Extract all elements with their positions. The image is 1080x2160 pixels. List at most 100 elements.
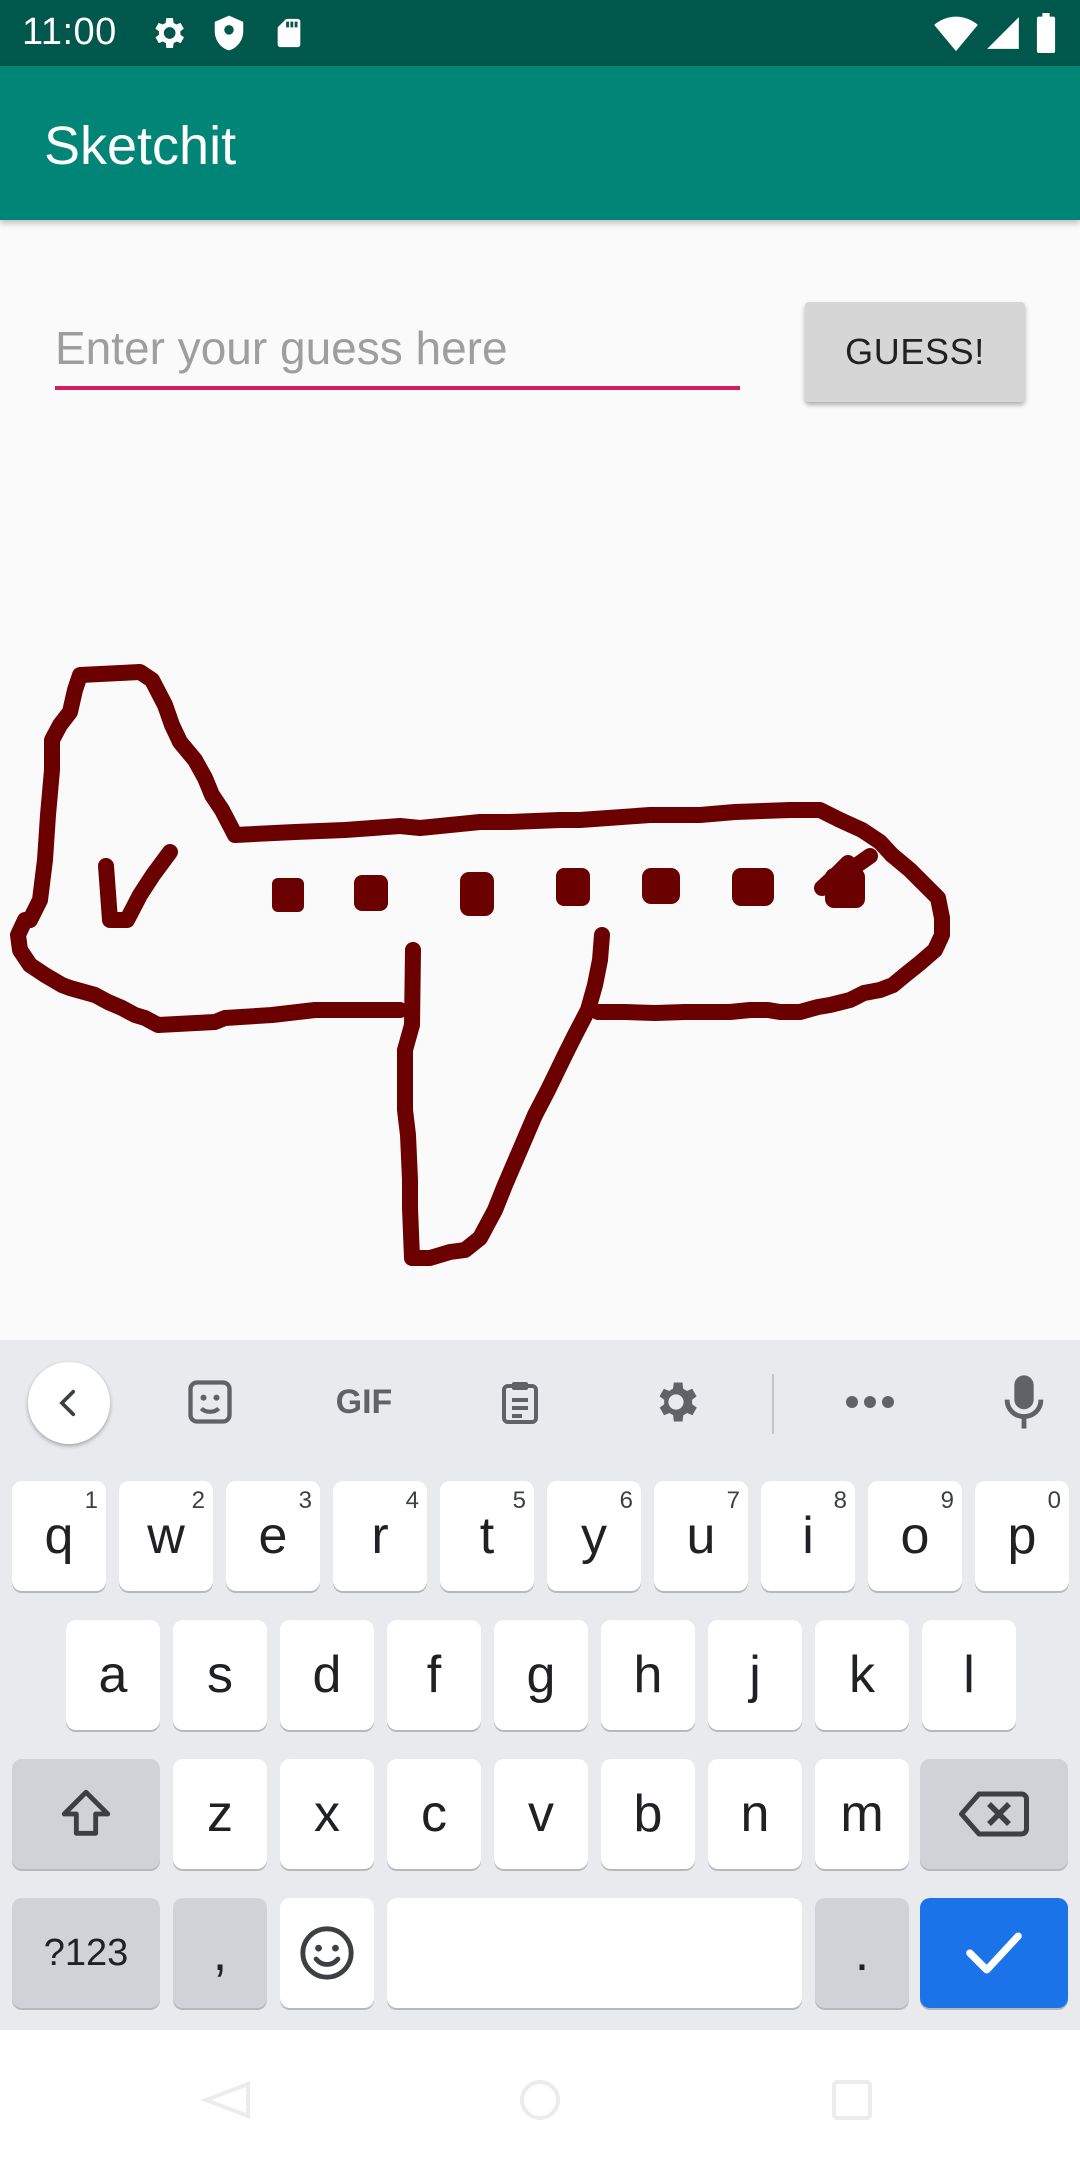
key-label: e	[258, 1507, 288, 1565]
key-label: k	[849, 1646, 875, 1704]
key-d[interactable]: d	[280, 1620, 374, 1730]
key-w[interactable]: w2	[119, 1481, 213, 1591]
shield-icon	[210, 13, 248, 58]
key-hint: 1	[84, 1487, 98, 1514]
clipboard-icon[interactable]	[490, 1372, 550, 1432]
period-key[interactable]: .	[815, 1898, 909, 2008]
comma-key[interactable]: ,	[173, 1898, 267, 2008]
gif-icon[interactable]: GIF	[326, 1372, 402, 1432]
key-i[interactable]: i8	[761, 1481, 855, 1591]
soft-keyboard: GIF q1 w2 e3 r4 t5 y6 u7 i8 o9 p0 a s d …	[0, 1340, 1080, 2030]
back-icon[interactable]	[28, 1362, 110, 1444]
key-label: s	[207, 1646, 233, 1704]
nav-recents-icon[interactable]	[828, 2080, 878, 2120]
guess-input[interactable]	[55, 310, 740, 390]
key-t[interactable]: t5	[440, 1481, 534, 1591]
key-hint: 8	[833, 1487, 847, 1514]
key-label: i	[802, 1507, 814, 1565]
settings-icon[interactable]	[646, 1372, 706, 1432]
key-hint: 4	[405, 1487, 419, 1514]
key-hint: 2	[191, 1487, 205, 1514]
key-r[interactable]: r4	[333, 1481, 427, 1591]
app-bar: Sketchit	[0, 66, 1080, 220]
key-a[interactable]: a	[66, 1620, 160, 1730]
keyboard-toolbar: GIF	[0, 1340, 1080, 1465]
key-label: t	[479, 1507, 495, 1565]
airplane-sketch	[10, 664, 950, 1266]
key-k[interactable]: k	[815, 1620, 909, 1730]
key-z[interactable]: z	[173, 1759, 267, 1869]
key-hint: 3	[298, 1487, 312, 1514]
wifi-icon	[934, 13, 978, 58]
key-label: ,	[212, 1924, 228, 1982]
key-label: x	[314, 1785, 340, 1843]
shift-icon	[61, 1789, 111, 1836]
key-label: g	[526, 1646, 556, 1704]
key-u[interactable]: u7	[654, 1481, 748, 1591]
key-label: .	[854, 1924, 870, 1982]
settings-icon	[148, 13, 188, 58]
more-icon[interactable]	[840, 1372, 900, 1432]
key-label: o	[900, 1507, 930, 1565]
key-hint: 6	[619, 1487, 633, 1514]
key-n[interactable]: n	[708, 1759, 802, 1869]
key-hint: 9	[940, 1487, 954, 1514]
key-g[interactable]: g	[494, 1620, 588, 1730]
checkmark-icon	[966, 1932, 1022, 1974]
key-label: w	[147, 1507, 185, 1565]
key-b[interactable]: b	[601, 1759, 695, 1869]
drawing-canvas[interactable]	[0, 420, 1080, 1340]
navigation-bar	[0, 2030, 1080, 2160]
shift-key[interactable]	[12, 1759, 160, 1869]
key-label: d	[312, 1646, 342, 1704]
key-label: z	[207, 1785, 233, 1843]
microphone-icon[interactable]	[994, 1372, 1054, 1432]
key-label: r	[371, 1507, 389, 1565]
key-j[interactable]: j	[708, 1620, 802, 1730]
key-label: l	[963, 1646, 975, 1704]
nav-back-icon[interactable]	[200, 2080, 250, 2120]
gif-label: GIF	[335, 1382, 393, 1421]
key-f[interactable]: f	[387, 1620, 481, 1730]
battery-icon	[1034, 13, 1058, 58]
emoji-icon	[300, 1926, 354, 1980]
key-label: b	[633, 1785, 663, 1843]
key-e[interactable]: e3	[226, 1481, 320, 1591]
key-q[interactable]: q1	[12, 1481, 106, 1591]
key-label: u	[686, 1507, 716, 1565]
airplane-windows	[272, 868, 865, 916]
key-m[interactable]: m	[815, 1759, 909, 1869]
key-label: a	[98, 1646, 128, 1704]
key-label: h	[633, 1646, 663, 1704]
space-key[interactable]	[387, 1898, 802, 2008]
key-y[interactable]: y6	[547, 1481, 641, 1591]
enter-key[interactable]	[920, 1898, 1068, 2008]
emoji-key[interactable]	[280, 1898, 374, 2008]
symbols-key[interactable]: ?123	[12, 1898, 160, 2008]
key-x[interactable]: x	[280, 1759, 374, 1869]
backspace-icon	[959, 1791, 1029, 1837]
key-o[interactable]: o9	[868, 1481, 962, 1591]
key-h[interactable]: h	[601, 1620, 695, 1730]
key-s[interactable]: s	[173, 1620, 267, 1730]
key-label: f	[426, 1646, 442, 1704]
key-l[interactable]: l	[922, 1620, 1016, 1730]
guess-button[interactable]: GUESS!	[805, 302, 1025, 402]
key-label: v	[528, 1785, 554, 1843]
key-v[interactable]: v	[494, 1759, 588, 1869]
sd-card-icon	[272, 13, 306, 58]
key-label: ?123	[43, 1932, 129, 1974]
backspace-key[interactable]	[920, 1759, 1068, 1869]
key-hint: 7	[726, 1487, 740, 1514]
key-label: n	[740, 1785, 770, 1843]
key-p[interactable]: p0	[975, 1481, 1069, 1591]
key-c[interactable]: c	[387, 1759, 481, 1869]
sticker-icon[interactable]	[180, 1372, 240, 1432]
status-time: 11:00	[22, 11, 117, 53]
nav-home-icon[interactable]	[515, 2080, 565, 2120]
key-hint: 5	[512, 1487, 526, 1514]
toolbar-divider	[772, 1374, 774, 1434]
key-label: c	[421, 1785, 447, 1843]
status-bar: 11:00	[0, 0, 1080, 66]
key-label: p	[1007, 1507, 1037, 1565]
